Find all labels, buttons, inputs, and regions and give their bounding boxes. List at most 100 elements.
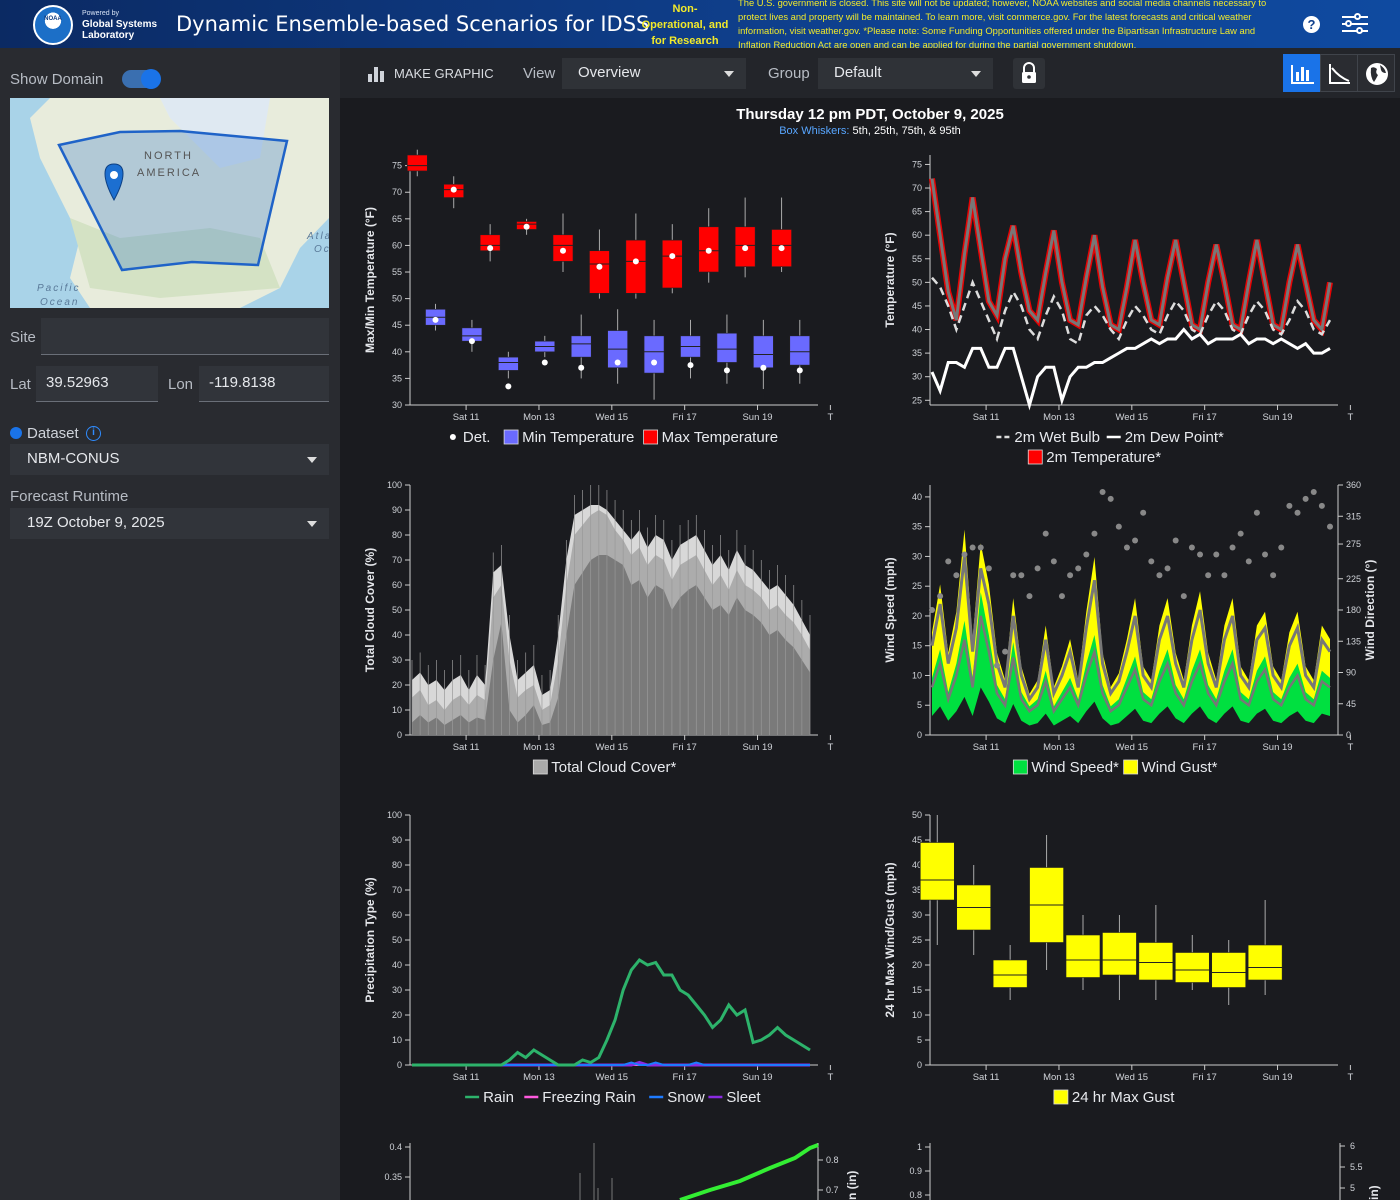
gsl-branding: Powered by Global Systems Laboratory [82, 8, 157, 41]
view-select[interactable]: Overview [562, 58, 746, 89]
min-temp-box [498, 356, 519, 371]
max-temp-det-point [669, 253, 676, 260]
y-tick-label: 65 [912, 207, 922, 217]
wind-direction-point [1229, 544, 1236, 551]
dataset-select[interactable]: NBM-CONUS [10, 444, 329, 475]
wind-direction-point [977, 544, 984, 551]
meteogram-charts: 30354045505560657075Sat 11 Mon 13 Wed 15 Fr… [363, 149, 1381, 1200]
show-domain-toggle[interactable] [122, 69, 161, 89]
view-map-button[interactable] [1357, 54, 1395, 92]
y-axis-label: Temperature (°F) [883, 232, 897, 327]
wind-direction-point [1188, 544, 1195, 551]
map-label-atlantic: Atla [306, 231, 329, 242]
y-tick-label: 35 [912, 522, 922, 532]
legend-label: 24 hr Max Gust [1072, 1089, 1175, 1106]
chart-bars-icon [1291, 65, 1314, 84]
site-label: Site [10, 329, 36, 346]
map-label-america: AMERICA [137, 167, 201, 179]
y-tick-label: 90 [392, 505, 402, 515]
settings-sliders-icon[interactable] [1340, 12, 1370, 36]
y-tick-label: 75 [912, 159, 922, 169]
legend-label: Wind Gust* [1142, 759, 1218, 776]
dewpoint-line [930, 327, 1331, 411]
y-tick-label: 0.9 [909, 1166, 922, 1176]
y-tick-label: 10 [392, 1035, 402, 1045]
legend-label: Snow [667, 1089, 705, 1106]
legend-label: Min Temperature [522, 429, 634, 446]
wind-direction-point [1018, 572, 1025, 579]
x-tick-label: Mon 13 [1043, 412, 1075, 423]
group-select[interactable]: Default [818, 58, 993, 89]
bar-chart-icon[interactable] [366, 64, 386, 82]
legend-swatch [643, 429, 659, 445]
wind-direction-point [937, 593, 944, 600]
y-tick-label: 90 [392, 835, 402, 845]
max-temp-det-point [523, 223, 530, 230]
wind-direction-point [1156, 572, 1163, 579]
x-tick-label: T [827, 412, 833, 423]
x-tick-label: Wed 15 [1116, 412, 1149, 423]
y-tick-label: 100 [387, 480, 402, 490]
y-tick-label: 0 [917, 730, 922, 740]
y-tick-label: 50 [912, 810, 922, 820]
view-boxplot-button[interactable] [1283, 54, 1321, 92]
make-graphic-button[interactable]: MAKE GRAPHIC [394, 66, 494, 81]
wind-direction-point [1180, 593, 1187, 600]
forecast-runtime-select[interactable]: 19Z October 9, 2025 [10, 508, 329, 539]
y-tick-label: 60 [912, 230, 922, 240]
help-icon[interactable]: ? [1303, 16, 1320, 33]
y-tick-label: 60 [392, 240, 402, 250]
group-value: Default [834, 64, 882, 81]
group-label: Group [768, 65, 810, 82]
min-temp-box [570, 335, 592, 358]
info-icon[interactable]: i [86, 426, 101, 441]
lock-icon [1022, 62, 1036, 83]
legend-label: Wind Speed* [1031, 759, 1119, 776]
wind-direction-point [1172, 537, 1179, 544]
top-bar: NOAA Powered by Global Systems Laborator… [0, 0, 1400, 50]
y2-tick-label: 5 [1350, 1183, 1355, 1193]
noaa-logo-text: NOAA [44, 16, 62, 22]
site-input[interactable] [41, 318, 329, 355]
legend-label: 2m Dew Point* [1125, 429, 1224, 446]
x-tick-label: Sat 11 [973, 742, 1000, 753]
y-tick-label: 35 [392, 373, 402, 383]
view-label: View [523, 65, 556, 82]
x-tick-label: Fri 17 [673, 1072, 697, 1083]
x-tick-label: Fri 17 [1193, 1072, 1217, 1083]
wind-direction-point [1107, 495, 1114, 502]
view-line-button[interactable] [1320, 54, 1358, 92]
y-axis-label: Precipitation Type (%) [363, 877, 377, 1002]
legend-label: 2m Wet Bulb [1014, 429, 1100, 446]
y-tick-label: 70 [392, 187, 402, 197]
legend-label: Freezing Rain [542, 1089, 635, 1106]
x-tick-label: Sun 19 [742, 412, 772, 423]
wind-direction-point [1237, 530, 1244, 537]
legend-swatch [1053, 1089, 1069, 1105]
y-tick-label: 70 [392, 555, 402, 565]
lat-input[interactable]: 39.52963 [36, 366, 158, 402]
y2-tick-label: 225 [1346, 574, 1361, 584]
lock-button[interactable] [1013, 58, 1045, 89]
min-temp-det-point [723, 367, 730, 374]
wind-direction-point [993, 662, 1000, 669]
wind-direction-point [1270, 572, 1277, 579]
y-tick-label: 30 [392, 400, 402, 410]
y2-tick-label: 90 [1346, 668, 1356, 678]
y-axis-label: Max/Min Temperature (°F) [363, 207, 377, 353]
y-tick-label: 30 [392, 655, 402, 665]
map-label-ocean: Ocean [40, 297, 79, 308]
lon-input[interactable]: -119.8138 [199, 366, 329, 402]
x-tick-label: Mon 13 [523, 412, 555, 423]
y-tick-label: 60 [392, 910, 402, 920]
y-axis-label: Wind Speed (mph) [883, 557, 897, 662]
noaa-logo[interactable]: NOAA [33, 5, 73, 45]
chevron-down-icon [971, 71, 981, 77]
min-temp-det-point [687, 362, 694, 369]
min-temp-box [789, 335, 811, 366]
max-temp-det-point [705, 247, 712, 254]
chevron-down-icon [724, 71, 734, 77]
y-tick-label: 15 [912, 985, 922, 995]
wind-direction-point [945, 558, 952, 565]
x-tick-label: Fri 17 [673, 412, 697, 423]
